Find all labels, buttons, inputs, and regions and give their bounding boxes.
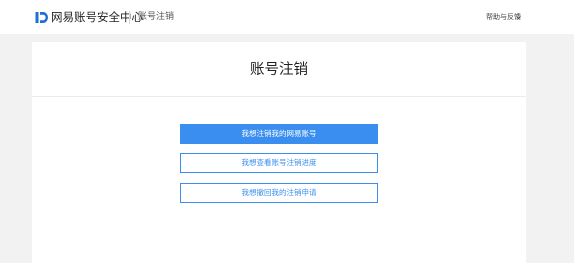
chevron-down-icon[interactable] [516, 15, 521, 20]
page-title: 账号注销 [250, 62, 308, 78]
withdraw-cancel-request-button[interactable]: 我想撤回我的注销申请 [180, 183, 378, 203]
card-divider [32, 96, 526, 97]
account-cancel-card: 账号注销 我想注销我的网易账号 我想查看账号注销进度 我想撤回我的注销申请 [32, 42, 526, 263]
check-cancel-progress-button[interactable]: 我想查看账号注销进度 [180, 153, 378, 173]
cancel-account-button[interactable]: 我想注销我的网易账号 [180, 124, 378, 144]
breadcrumb: 账号注销 [138, 12, 175, 22]
netease-logo-icon[interactable] [35, 11, 48, 24]
header-divider [129, 11, 130, 24]
top-bar: 网易账号安全中心 账号注销 帮助与反馈 [0, 0, 574, 34]
